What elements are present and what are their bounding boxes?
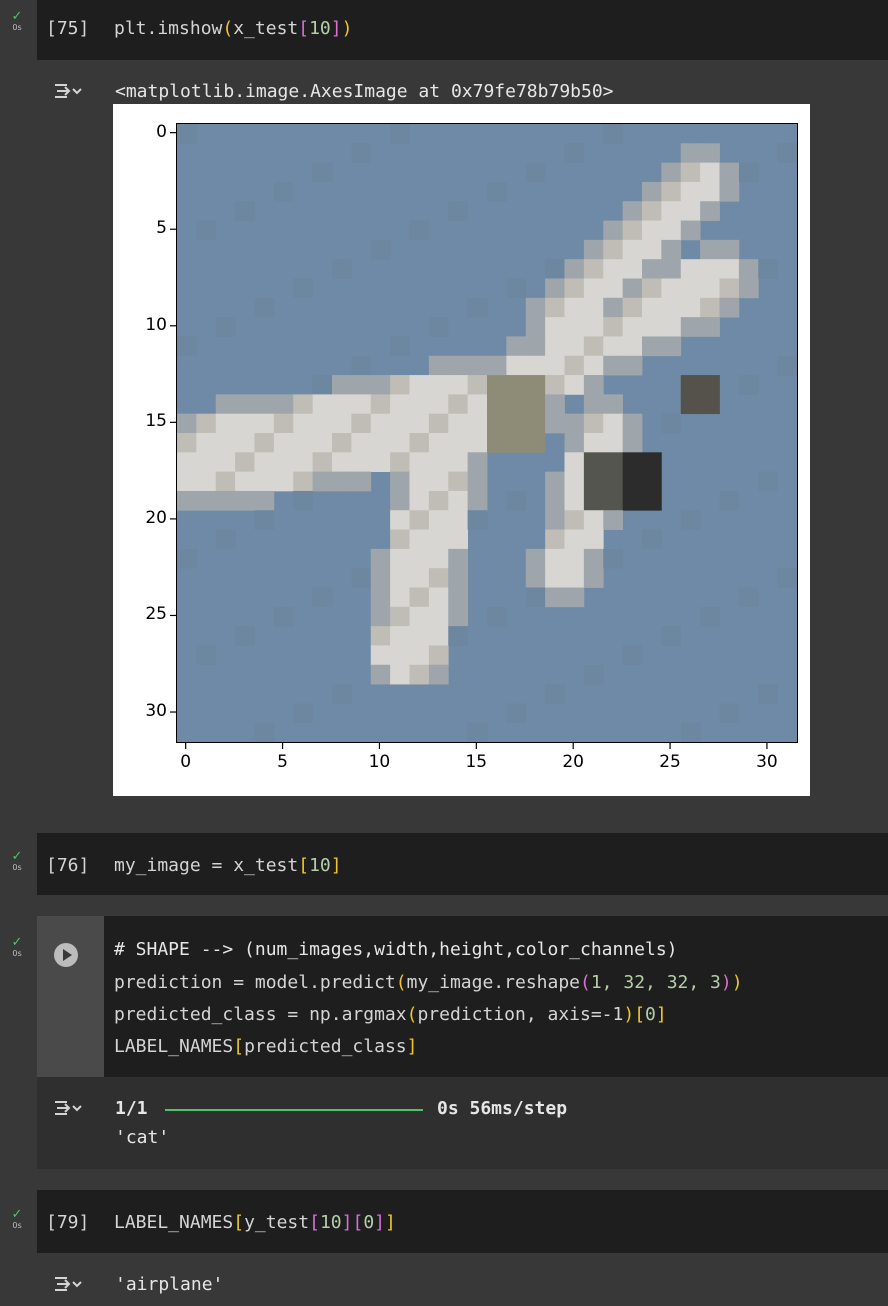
execution-count: [75] — [46, 18, 90, 39]
cell-output-value: 'cat' — [115, 1127, 170, 1148]
code-line[interactable]: my_image = x_test[10] — [114, 855, 342, 876]
cell-success-indicator: ✓ 0s — [11, 9, 23, 32]
y-tick-label: 15 — [145, 411, 167, 432]
cell-success-indicator: ✓ 0s — [11, 935, 23, 958]
code-line[interactable]: plt.imshow(x_test[10]) — [114, 18, 352, 39]
y-tick-label: 5 — [156, 218, 167, 239]
y-tick-label: 10 — [145, 314, 167, 335]
x-tick-label: 30 — [756, 752, 778, 772]
x-tick-label: 0 — [180, 752, 192, 772]
cell-success-indicator: ✓ 0s — [11, 849, 23, 872]
play-icon — [63, 949, 72, 961]
y-tick-label: 0 — [156, 121, 167, 142]
cell-run-gutter — [37, 916, 104, 1077]
x-tick-label: 5 — [277, 752, 288, 772]
output-toggle-icon[interactable] — [53, 1273, 83, 1295]
code-line[interactable]: LABEL_NAMES[predicted_class] — [114, 1036, 417, 1057]
code-editor[interactable]: # SHAPE --> (num_images,width,height,col… — [104, 916, 888, 1077]
cell-output-value: 'airplane' — [115, 1274, 224, 1295]
output-toggle-icon[interactable] — [53, 1097, 83, 1119]
code-cell-79[interactable]: [79] LABEL_NAMES[y_test[10][0]] — [37, 1190, 888, 1253]
x-tick-label: 10 — [368, 752, 391, 772]
code-line[interactable]: predicted_class = np.argmax(prediction, … — [114, 1004, 667, 1025]
x-tick-label: 15 — [465, 752, 488, 772]
progress-steps: 1/1 — [115, 1098, 148, 1119]
x-tick-label: 20 — [562, 752, 584, 772]
y-tick-label: 30 — [145, 701, 167, 722]
code-cell-75[interactable]: [75] plt.imshow(x_test[10]) — [37, 0, 888, 60]
code-cell-76[interactable]: [76] my_image = x_test[10] — [37, 833, 888, 895]
output-toggle-icon[interactable] — [53, 80, 83, 102]
progress-bar — [165, 1109, 423, 1111]
cell-output-text: <matplotlib.image.AxesImage at 0x79fe78b… — [115, 81, 614, 102]
execution-count: [79] — [46, 1212, 90, 1233]
execution-count: [76] — [46, 855, 90, 876]
y-tick-label: 25 — [145, 604, 167, 625]
code-comment-line[interactable]: # SHAPE --> (num_images,width,height,col… — [114, 939, 678, 960]
progress-timing: 0s 56ms/step — [437, 1098, 568, 1119]
code-line[interactable]: prediction = model.predict(my_image.resh… — [114, 972, 743, 993]
axis-ticks — [170, 132, 768, 749]
run-cell-button[interactable] — [54, 943, 78, 967]
y-tick-label: 20 — [145, 507, 167, 528]
cell-success-indicator: ✓ 0s — [11, 1207, 23, 1230]
code-line[interactable]: LABEL_NAMES[y_test[10][0]] — [114, 1212, 396, 1233]
matplotlib-figure: 0 5 10 15 20 25 30 0 5 10 15 20 25 30 — [113, 104, 810, 796]
x-tick-label: 25 — [659, 752, 681, 772]
